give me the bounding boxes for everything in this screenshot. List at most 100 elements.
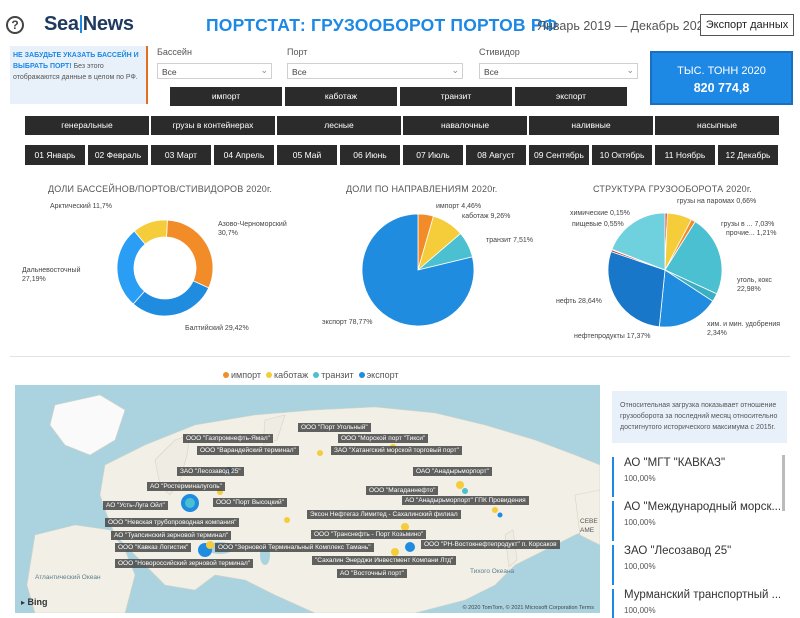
map-port-label-4[interactable]: ЗАО "Хатангский морской торговый порт" [331, 446, 462, 455]
map-port-label-17[interactable]: ООО "Зерновой Терминальный Комплекс Тама… [215, 543, 374, 552]
map-copyright: © 2020 TomTom, © 2021 Microsoft Corporat… [462, 605, 594, 611]
export-data-button[interactable]: Экспорт данных [700, 14, 794, 36]
legend-dot-0 [223, 372, 229, 378]
list-item-2[interactable]: ЗАО "Лесозавод 25" 100,00% [612, 545, 780, 585]
pie-label-2-1: грузы в ... 7,03% [721, 221, 774, 228]
logo-left: Sea [44, 13, 79, 35]
pie-label-0-0: Азово-Черноморский 30,7% [218, 220, 287, 237]
list-item-pct: 100,00% [624, 518, 656, 527]
chevron-down-icon: ⌄ [626, 65, 634, 75]
pie-label-2-4: хим. и мин. удобрения 2,34% [707, 320, 780, 337]
map-port-label-19[interactable]: ООО "Новороссийский зерновой терминал" [115, 559, 254, 568]
map-port-label-2[interactable]: ООО "Морской порт "Тикси" [338, 434, 429, 443]
port-select[interactable]: Все ⌄ [287, 63, 463, 79]
list-item-pct: 100,00% [624, 474, 656, 483]
bing-logo: ▸ Bing [21, 597, 48, 607]
month-button-7[interactable]: 08 Август [466, 145, 526, 165]
cargo-type-button-0[interactable]: генеральные [25, 116, 149, 135]
map-legend: импорт каботаж транзит экспорт [218, 370, 399, 380]
chevron-down-icon: ⌄ [260, 65, 268, 75]
cargo-type-button-5[interactable]: насыпные [655, 116, 779, 135]
cargo-type-button-3[interactable]: навалочные [403, 116, 527, 135]
scrollbar[interactable] [782, 455, 785, 511]
month-button-3[interactable]: 04 Апрель [214, 145, 274, 165]
pie-label-0-1: Балтийский 29,42% [185, 324, 249, 332]
pie-label-2-3: уголь, кокс 22,98% [737, 277, 772, 293]
month-button-2[interactable]: 03 Март [151, 145, 211, 165]
filter-stevedore-label: Стивидор [479, 47, 520, 57]
month-button-8[interactable]: 09 Сентябрь [529, 145, 589, 165]
legend-dot-2 [313, 372, 320, 378]
map-port-label-0[interactable]: ООО "Порт Угольный" [298, 423, 371, 432]
map-port-label-13[interactable]: ООО "Невская трубопроводная компания" [105, 518, 240, 527]
pie-slice-0-0[interactable] [166, 219, 214, 289]
list-item-name: АО "Международный морск... [624, 501, 780, 513]
map-port-label-5[interactable]: ЗАО "Лесозавод 25" [177, 467, 244, 476]
pie-label-0-2: Дальневосточный 27,19% [22, 266, 81, 283]
legend-label-1[interactable]: каботаж [274, 370, 308, 380]
charts-area: Азово-Черноморский 30,7% Балтийский 29,42%… [22, 198, 780, 340]
pie-slice-0-1[interactable] [132, 280, 210, 317]
pie-label-0-3: Арктический 11,7% [50, 202, 112, 210]
basin-select[interactable]: Все ⌄ [157, 63, 272, 79]
side-note: Относительная загрузка показывает отноше… [612, 391, 787, 443]
legend-label-2[interactable]: транзит [321, 370, 353, 380]
map-port-label-21[interactable]: АО "Восточный порт" [337, 569, 407, 578]
map-port-label-1[interactable]: ООО "Газпромнефть-Ямал" [183, 434, 273, 443]
utilization-list[interactable]: АО "МГТ "КАВКАЗ" 100,00% АО "Международный… [612, 453, 780, 618]
month-button-4[interactable]: 05 Май [277, 145, 337, 165]
filter-basin: Бассейн Все ⌄ [157, 47, 272, 79]
map-port-label-11[interactable]: ООО "Порт Высоцкий" [213, 498, 287, 507]
map-port-label-18[interactable]: ООО "РН-Востокнефтепродукт" п. Корсаков [421, 540, 560, 549]
logo: Sea News [44, 13, 134, 36]
cargo-type-button-1[interactable]: грузы в контейнерах [151, 116, 275, 135]
cargo-type-button-4[interactable]: наливные [529, 116, 653, 135]
list-item-3[interactable]: Мурманский транспортный ... 100,00% [612, 589, 780, 618]
pie-slice-0-2[interactable] [116, 230, 146, 305]
map-port-label-10[interactable]: АО "Усть-Луга Ойл" [103, 501, 168, 510]
month-button-1[interactable]: 02 Февраль [88, 145, 148, 165]
cargo-type-button-2[interactable]: лесные [277, 116, 401, 135]
month-button-9[interactable]: 10 Октябрь [592, 145, 652, 165]
stevedore-select[interactable]: Все ⌄ [479, 63, 638, 79]
direction-button-1[interactable]: каботаж [285, 87, 397, 106]
map-port-label-9[interactable]: АО "Анадырьморпорт" ГПК Провидения [402, 496, 529, 505]
pie-label-1-1: каботаж 9,26% [462, 212, 510, 220]
map-port-label-3[interactable]: ООО "Варандейский терминал" [197, 446, 299, 455]
period-label: Январь 2019 — Декабрь 2020 [537, 19, 711, 33]
notice-box: НЕ ЗАБУДЬТЕ УКАЗАТЬ БАССЕЙН И ВЫБРАТЬ ПО… [10, 46, 148, 104]
month-button-11[interactable]: 12 Декабрь [718, 145, 778, 165]
list-item-name: ЗАО "Лесозавод 25" [624, 545, 732, 557]
map-port-label-14[interactable]: АО "Туапсинский зерновой терминал" [111, 531, 232, 540]
help-icon[interactable]: ? [6, 16, 24, 34]
month-button-0[interactable]: 01 Январь [25, 145, 85, 165]
direction-button-0[interactable]: импорт [170, 87, 282, 106]
map-port-label-15[interactable]: ООО "Транснефть - Порт Козьмино" [311, 530, 427, 539]
list-item-1[interactable]: АО "Международный морск... 100,00% [612, 501, 780, 541]
map-port-label-16[interactable]: ООО "Кавказ Логистик" [115, 543, 192, 552]
map-port-label-6[interactable]: ОАО "Анадырьморпорт" [413, 467, 492, 476]
month-button-10[interactable]: 11 Ноябрь [655, 145, 715, 165]
ocean-label: Атлантический Океан [35, 574, 101, 581]
direction-button-2[interactable]: транзит [400, 87, 512, 106]
filter-port: Порт Все ⌄ [287, 47, 463, 79]
direction-button-3[interactable]: экспорт [515, 87, 627, 106]
filter-port-label: Порт [287, 47, 308, 57]
map-port-label-7[interactable]: АО "Ростерминалуголь" [147, 482, 225, 491]
legend-dot-3 [358, 372, 365, 378]
list-item-pct: 100,00% [624, 562, 656, 571]
pie-label-1-0: импорт 4,46% [436, 203, 481, 210]
month-button-6[interactable]: 07 Июль [403, 145, 463, 165]
filter-basin-label: Бассейн [157, 47, 192, 57]
map-port-label-12[interactable]: Эксон Нефтегаз Лимитед - Сахалинский фил… [307, 510, 461, 519]
list-item-0[interactable]: АО "МГТ "КАВКАЗ" 100,00% [612, 457, 780, 497]
map-port-label-8[interactable]: ООО "Магаданнефто" [366, 486, 439, 495]
month-button-5[interactable]: 06 Июнь [340, 145, 400, 165]
legend-label-3[interactable]: экспорт [367, 370, 399, 380]
map-port-label-20[interactable]: "Сахалин Энерджи Инвестмент Компани Лтд" [312, 556, 457, 565]
legend-label-0[interactable]: импорт [231, 370, 261, 380]
map[interactable]: ООО "Порт Угольный" ООО "Газпромнефть-Яма… [15, 385, 600, 613]
list-item-name: Мурманский транспортный ... [624, 589, 780, 601]
pie-label-2-8: химические 0,15% [570, 210, 630, 217]
pie-label-1-2: транзит 7,51% [486, 237, 533, 244]
